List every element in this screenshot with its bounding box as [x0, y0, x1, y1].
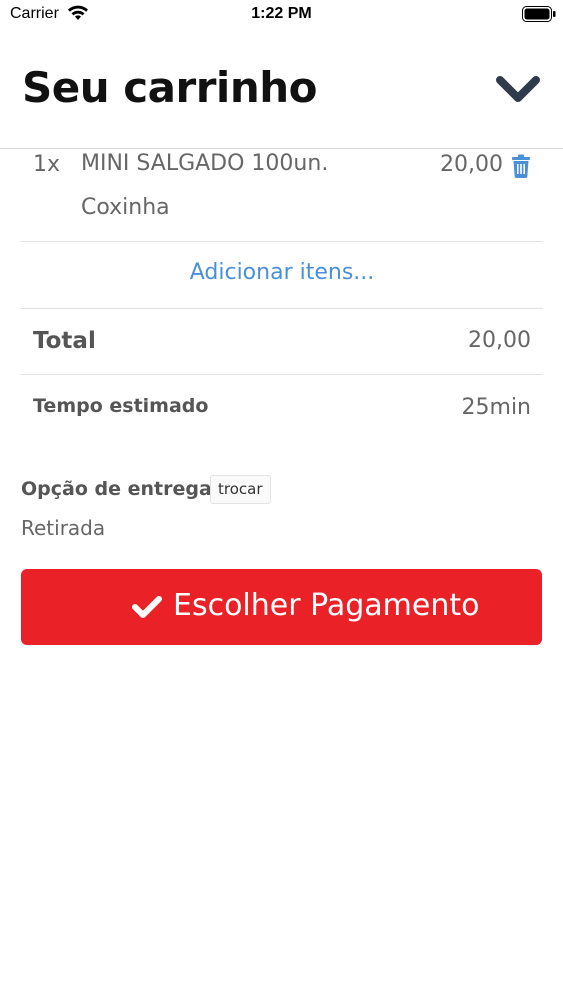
check-icon — [132, 596, 162, 618]
cart-header: Seu carrinho — [0, 30, 563, 149]
total-value: 20,00 — [468, 328, 531, 353]
item-quantity: 1x — [33, 152, 61, 177]
estimated-time-row: Tempo estimado 25min — [21, 375, 543, 441]
add-items-row: Adicionar itens... — [21, 242, 543, 309]
total-label: Total — [33, 328, 96, 354]
cart-list: 1x MINI SALGADO 100un. Coxinha 20,00 Adi… — [21, 150, 543, 441]
choose-payment-label: Escolher Pagamento — [173, 588, 480, 623]
chevron-down-icon[interactable] — [494, 72, 542, 108]
estimated-time-value: 25min — [461, 395, 531, 420]
battery-icon — [522, 6, 556, 22]
swap-delivery-button[interactable]: trocar — [210, 475, 271, 504]
item-name: MINI SALGADO 100un. — [81, 151, 329, 176]
item-name-block: MINI SALGADO 100un. Coxinha — [81, 142, 328, 230]
item-variant: Coxinha — [81, 195, 170, 220]
trash-icon[interactable] — [511, 154, 531, 178]
total-row: Total 20,00 — [21, 309, 543, 375]
page-title: Seu carrinho — [22, 63, 317, 112]
add-items-link[interactable]: Adicionar itens... — [21, 260, 543, 285]
delivery-option-label: Opção de entrega — [21, 478, 212, 500]
choose-payment-button[interactable]: Escolher Pagamento — [21, 569, 542, 645]
estimated-time-label: Tempo estimado — [33, 395, 209, 417]
status-bar: Carrier 1:22 PM — [0, 0, 563, 30]
status-time: 1:22 PM — [251, 5, 312, 22]
item-price: 20,00 — [440, 152, 503, 177]
delivery-option-value: Retirada — [21, 516, 106, 540]
cart-item-row: 1x MINI SALGADO 100un. Coxinha 20,00 — [21, 150, 543, 242]
